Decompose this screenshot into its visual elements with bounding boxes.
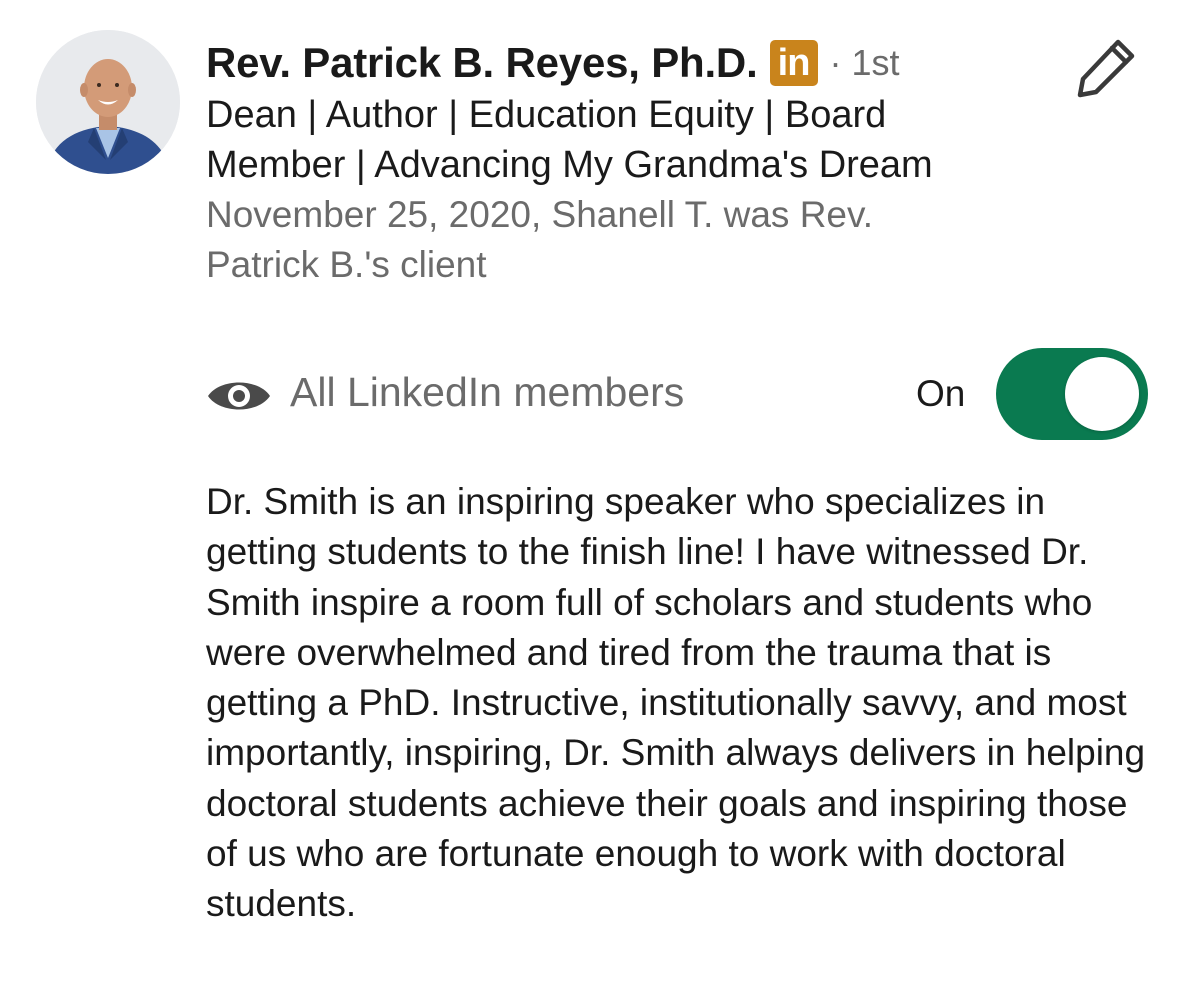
- name-row: Rev. Patrick B. Reyes, Ph.D. in · 1st: [206, 36, 1006, 90]
- visibility-toggle[interactable]: [996, 348, 1148, 440]
- recommendation-header: Rev. Patrick B. Reyes, Ph.D. in · 1st De…: [206, 36, 1006, 290]
- toggle-state-label: On: [916, 373, 966, 414]
- profile-headline: Dean | Author | Education Equity | Board…: [206, 94, 933, 186]
- linkedin-icon: in: [769, 40, 818, 86]
- recommendation-meta: November 25, 2020, Shanell T. was Rev. P…: [206, 194, 874, 285]
- visibility-row: All LinkedIn members On: [206, 348, 1156, 440]
- connection-degree: · 1st: [829, 42, 900, 83]
- visibility-label: All LinkedIn members: [290, 369, 685, 415]
- recommendation-text: Dr. Smith is an inspiring speaker who sp…: [206, 481, 1146, 925]
- profile-name[interactable]: Rev. Patrick B. Reyes, Ph.D.: [206, 39, 758, 87]
- eye-icon: [206, 376, 272, 416]
- toggle-knob: [1065, 357, 1139, 431]
- avatar[interactable]: [36, 30, 180, 174]
- avatar-photo: [36, 30, 180, 174]
- pencil-icon[interactable]: [1074, 34, 1140, 100]
